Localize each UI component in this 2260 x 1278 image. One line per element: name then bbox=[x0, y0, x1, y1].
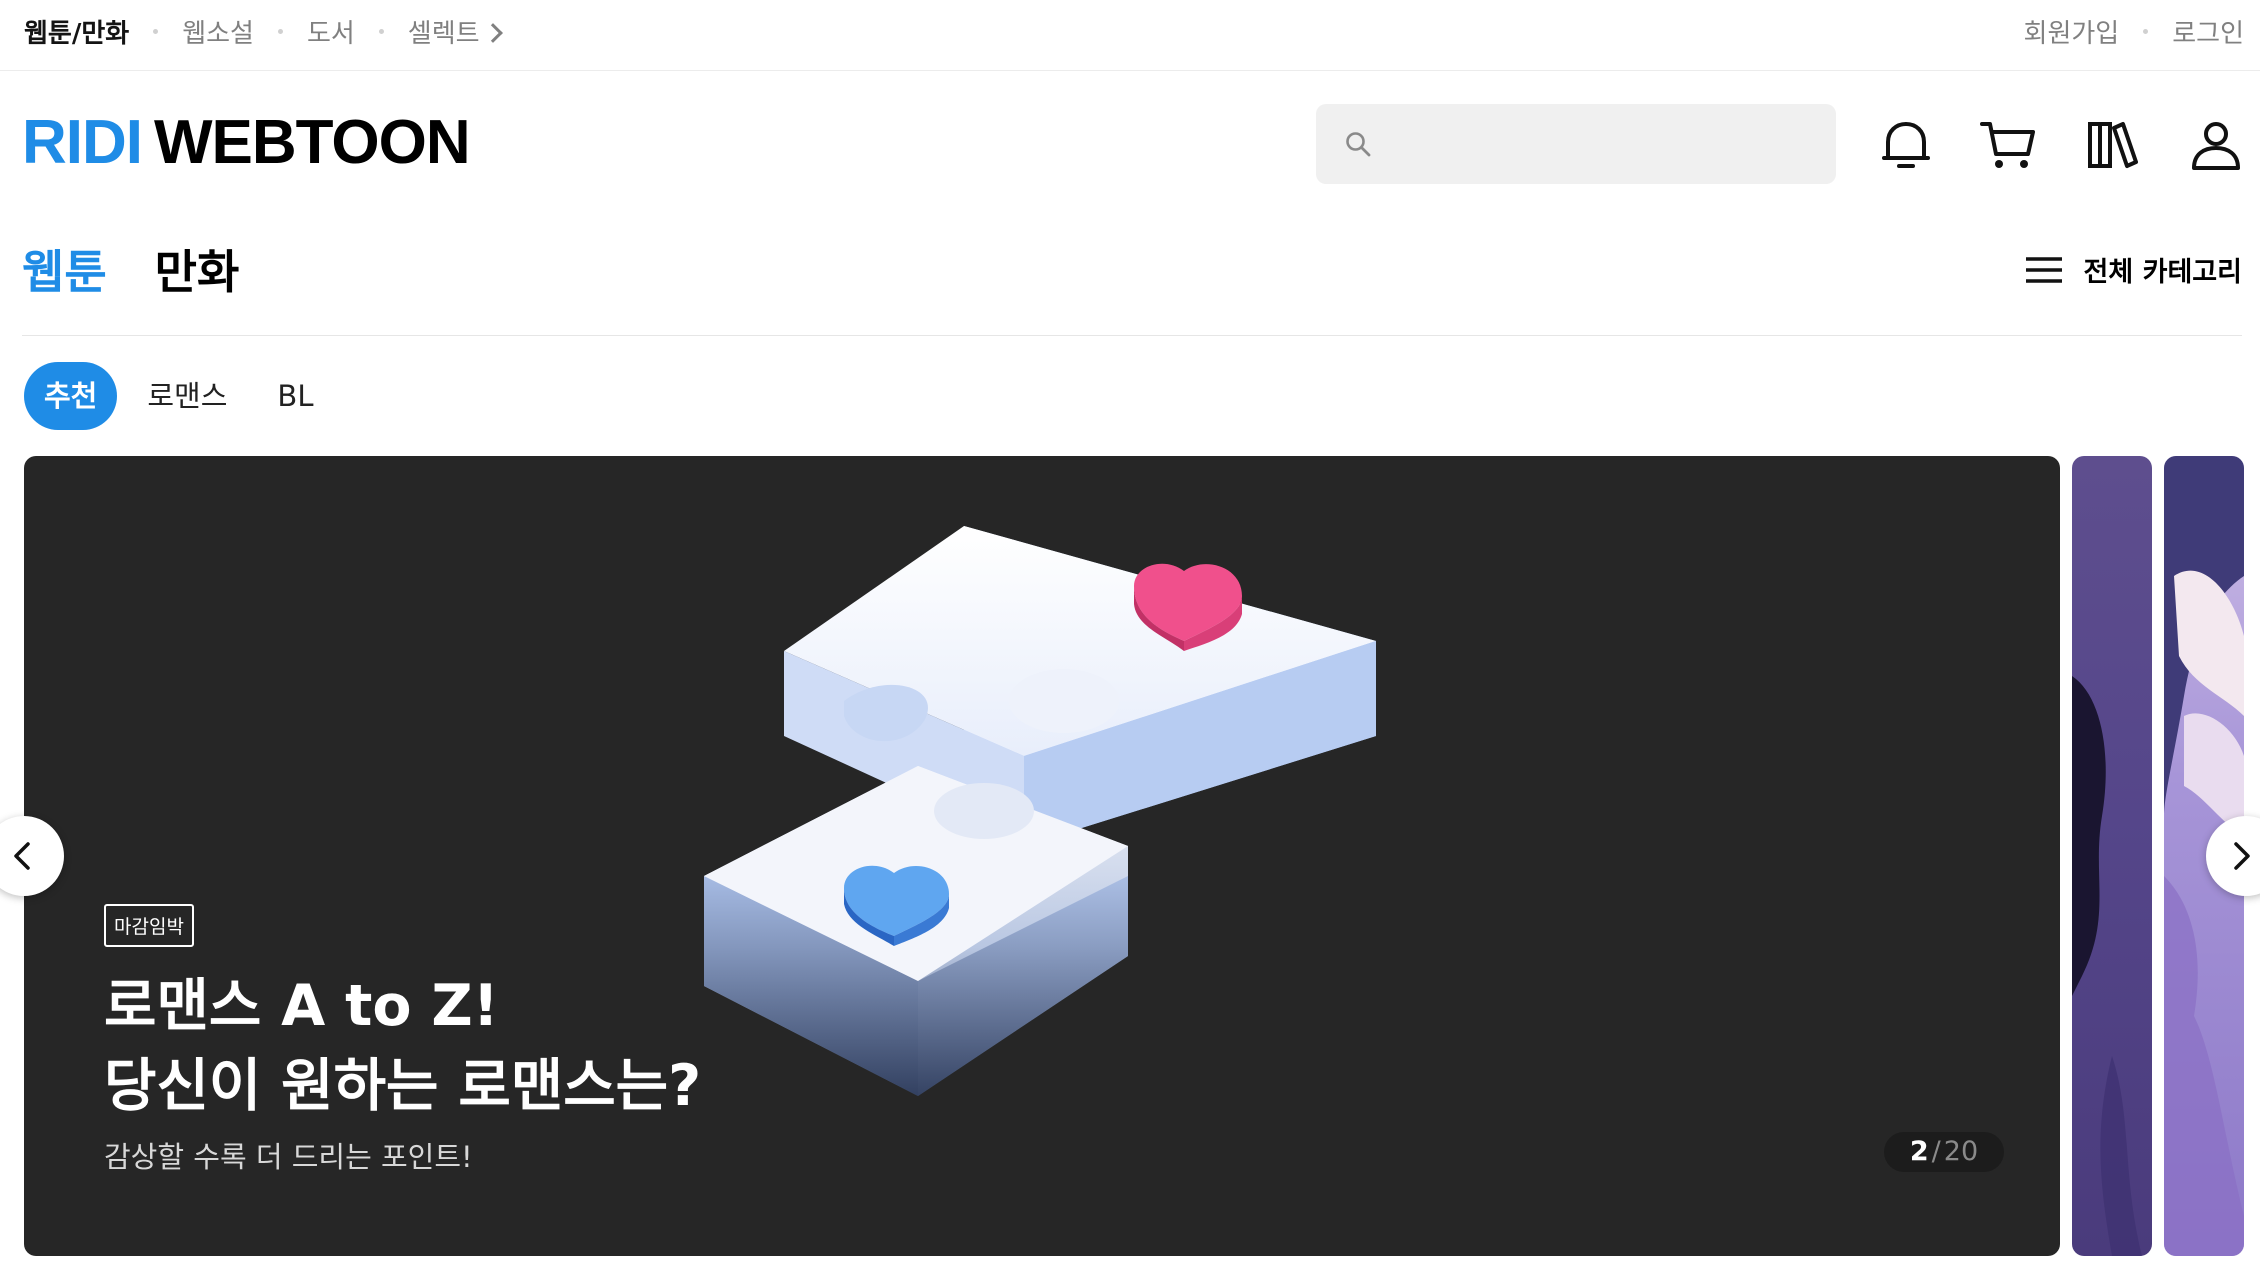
service-nav-books[interactable]: 도서 bbox=[307, 13, 355, 50]
tab-webtoon[interactable]: 웹툰 bbox=[22, 236, 107, 302]
cart-icon[interactable] bbox=[1976, 112, 2040, 176]
genre-tabs: 추천 로맨스 BL bbox=[24, 362, 343, 430]
library-icon[interactable] bbox=[2080, 112, 2144, 176]
bell-icon[interactable] bbox=[1874, 112, 1938, 176]
chevron-right-icon bbox=[482, 22, 503, 43]
hamburger-menu-icon bbox=[2025, 256, 2062, 283]
separator-dot bbox=[378, 28, 384, 34]
banner-title-line2: 당신이 원하는 로맨스는? bbox=[104, 1053, 702, 1119]
service-nav-select[interactable]: 셀렉트 bbox=[407, 13, 503, 50]
slide-counter: 2/20 bbox=[1884, 1132, 2004, 1172]
signup-link[interactable]: 회원가입 bbox=[2024, 13, 2120, 50]
separator-dot bbox=[277, 28, 283, 34]
service-nav-select-label: 셀렉트 bbox=[407, 18, 480, 49]
carousel-next-button[interactable] bbox=[2206, 816, 2260, 896]
banner-title: 로맨스 A to Z! 당신이 원하는 로맨스는? bbox=[104, 966, 701, 1126]
slide-counter-current: 2 bbox=[1909, 1136, 1929, 1167]
slide-counter-total: 20 bbox=[1943, 1136, 1979, 1167]
divider bbox=[22, 335, 2242, 336]
logo-webtoon: WEBTOON bbox=[154, 108, 471, 177]
service-nav: 웹툰/만화 웹소설 도서 셀렉트 bbox=[24, 0, 503, 62]
service-nav-webnovel[interactable]: 웹소설 bbox=[182, 13, 254, 50]
user-icon[interactable] bbox=[2184, 112, 2248, 176]
genre-tab-bl[interactable]: BL bbox=[257, 362, 333, 430]
search-icon bbox=[1346, 132, 1371, 157]
logo-ridi: RIDI bbox=[22, 108, 143, 177]
chevron-right-icon bbox=[2234, 842, 2250, 870]
artwork-image bbox=[2072, 676, 2142, 1256]
all-categories-button[interactable]: 전체 카테고리 bbox=[2024, 250, 2242, 289]
search-input[interactable] bbox=[1386, 104, 1820, 186]
next-slide-preview[interactable] bbox=[2072, 456, 2152, 1256]
deadline-badge: 마감임박 bbox=[104, 904, 194, 947]
login-link[interactable]: 로그인 bbox=[2172, 13, 2244, 50]
search-box[interactable] bbox=[1316, 104, 1836, 186]
banner-subtitle: 감상할 수록 더 드리는 포인트! bbox=[104, 1140, 473, 1174]
genre-tab-romance[interactable]: 로맨스 bbox=[127, 362, 247, 430]
chevron-left-icon bbox=[14, 842, 30, 870]
genre-tab-recommended[interactable]: 추천 bbox=[24, 362, 118, 430]
ridi-webtoon-logo[interactable]: RIDI WEBTOON bbox=[22, 108, 471, 178]
separator-dot bbox=[2143, 28, 2149, 34]
top-utility-bar: 웹툰/만화 웹소설 도서 셀렉트 회원가입 로그인 bbox=[0, 0, 2260, 71]
tab-comic[interactable]: 만화 bbox=[155, 236, 240, 302]
carousel-prev-button[interactable] bbox=[0, 816, 64, 896]
banner-title-line1: 로맨스 A to Z! bbox=[104, 973, 499, 1039]
separator-dot bbox=[153, 28, 159, 34]
main-tabs: 웹툰 만화 bbox=[22, 236, 287, 302]
slide-counter-separator: / bbox=[1931, 1136, 1941, 1167]
account-links: 회원가입 로그인 bbox=[2024, 0, 2244, 62]
all-categories-label: 전체 카테고리 bbox=[2083, 257, 2242, 288]
banner-slide[interactable]: 마감임박 로맨스 A to Z! 당신이 원하는 로맨스는? 감상할 수록 더 … bbox=[24, 456, 2060, 1256]
service-nav-webtoon-comic[interactable]: 웹툰/만화 bbox=[24, 13, 129, 50]
